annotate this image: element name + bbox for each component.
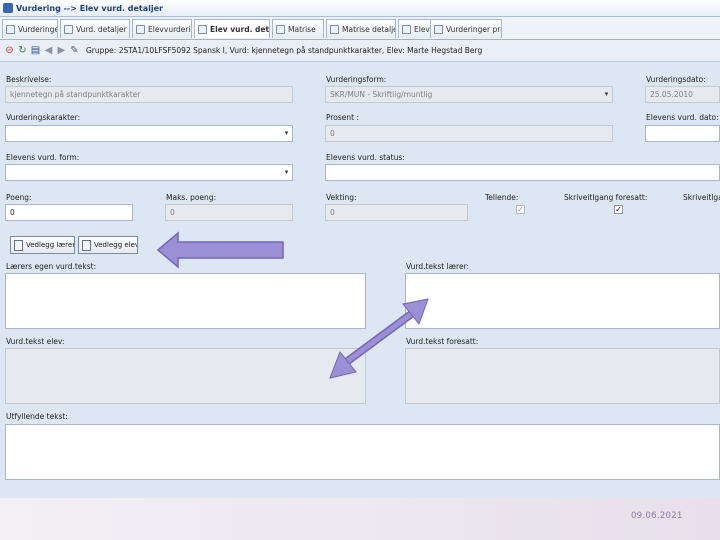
- edit-icon[interactable]: ✎: [69, 45, 80, 56]
- vedlegg-elev-button[interactable]: Vedlegg elev: 0: [78, 236, 138, 254]
- tellende-checkbox[interactable]: ✓: [516, 205, 525, 214]
- app-icon: [3, 3, 13, 13]
- attachment-icon: [14, 239, 23, 251]
- tab-bar: Vurderinger Vurd. detaljer Elevvurdering…: [0, 17, 720, 40]
- tab-icon: [402, 24, 411, 34]
- vekting-label: Vekting:: [326, 193, 357, 202]
- prosent-field: 0: [325, 125, 613, 142]
- tab-elev-vurd-detaljer[interactable]: Elev vurd. detaljer: [194, 19, 270, 38]
- tab-icon: [276, 24, 285, 34]
- chevron-down-icon: ▾: [604, 90, 609, 98]
- footer-date: 09.06.2021: [631, 511, 683, 521]
- refresh-icon[interactable]: ↻: [17, 45, 28, 56]
- maks-poeng-field: 0: [165, 204, 293, 221]
- vekting-field: 0: [325, 204, 468, 221]
- tab-icon: [136, 24, 145, 34]
- maks-poeng-label: Maks. poeng:: [166, 193, 217, 202]
- vurderingsdato-field: 25.05.2010: [645, 86, 720, 103]
- forward-icon[interactable]: ▶: [56, 45, 67, 56]
- tab-icon: [198, 24, 207, 34]
- vurd-tekst-elev-label: Vurd.tekst elev:: [6, 337, 65, 346]
- elevens-vurd-dato-label: Elevens vurd. dato:: [646, 113, 719, 122]
- vurd-tekst-laerer-textarea[interactable]: [405, 273, 720, 329]
- vedlegg-laerer-button[interactable]: Vedlegg lærer: 2: [10, 236, 75, 254]
- poeng-label: Poeng:: [6, 193, 32, 202]
- tab-icon: [330, 24, 339, 34]
- beskrivelse-field: kjennetegn på standpunktkarakter: [5, 86, 293, 103]
- poeng-input[interactable]: 0: [5, 204, 133, 221]
- tab-matrise[interactable]: Matrise: [272, 19, 324, 38]
- tab-elevvurderinger[interactable]: Elevvurderinger: [132, 19, 192, 38]
- vurderingsform-select: SKR/MUN - Skriftlig/muntlig ▾: [325, 86, 613, 103]
- vurderingsdato-label: Vurderingsdato:: [646, 75, 706, 84]
- vurd-tekst-foresatt-label: Vurd.tekst foresatt:: [406, 337, 479, 346]
- utfyllende-tekst-label: Utfyllende tekst:: [6, 412, 68, 421]
- window-title: Vurdering --> Elev vurd. detaljer: [16, 3, 163, 13]
- elevens-vurd-status-select[interactable]: [325, 164, 720, 181]
- slide-footer: [0, 498, 720, 540]
- vurderingskarakter-label: Vurderingskarakter:: [6, 113, 81, 122]
- skriveitlgang-label-cut: Skriveitlgan: [683, 193, 720, 202]
- elevens-vurd-dato-field[interactable]: [645, 125, 720, 142]
- window-titlebar: Vurdering --> Elev vurd. detaljer: [0, 0, 720, 17]
- back-icon[interactable]: ◀: [43, 45, 54, 56]
- save-icon[interactable]: ▤: [30, 45, 41, 56]
- tab-icon: [64, 24, 73, 34]
- vurd-tekst-laerer-label: Vurd.tekst lærer:: [406, 262, 470, 271]
- vurderingsform-label: Vurderingsform:: [326, 75, 387, 84]
- skriveitlgang-foresatt-label: Skriveitlgang foresatt:: [564, 193, 648, 202]
- tab-vurderinger-prover[interactable]: Vurderinger prøver: [430, 19, 502, 38]
- skriveitlgang-foresatt-checkbox[interactable]: ✓: [614, 205, 623, 214]
- tab-icon: [434, 24, 443, 34]
- delete-icon[interactable]: ⊖: [4, 45, 15, 56]
- tab-vurd-detaljer[interactable]: Vurd. detaljer: [60, 19, 130, 38]
- tab-vurderinger[interactable]: Vurderinger: [2, 19, 58, 38]
- tab-matrise-detaljer[interactable]: Matrise detaljer: [326, 19, 396, 38]
- toolbar: ⊖ ↻ ▤ ◀ ▶ ✎ 📎 Gruppe: 2STA1/10LFSF5092 S…: [0, 40, 720, 62]
- vurderingskarakter-select[interactable]: ▾: [5, 125, 293, 142]
- breadcrumb: Gruppe: 2STA1/10LFSF5092 Spansk I, Vurd:…: [86, 46, 483, 55]
- chevron-down-icon[interactable]: ▾: [282, 166, 291, 179]
- chevron-down-icon[interactable]: ▾: [282, 127, 291, 140]
- elevens-vurd-status-label: Elevens vurd. status:: [326, 153, 405, 162]
- vurd-tekst-foresatt-textarea: [405, 348, 720, 404]
- tab-icon: [6, 24, 15, 34]
- laerers-egen-vurd-tekst-label: Lærers egen vurd.tekst:: [6, 262, 97, 271]
- elevens-vurd-form-label: Elevens vurd. form:: [6, 153, 80, 162]
- utfyllende-tekst-textarea[interactable]: [5, 424, 720, 480]
- attachment-icon: [82, 239, 91, 251]
- laerers-egen-vurd-tekst-textarea[interactable]: [5, 273, 366, 329]
- elevens-vurd-form-select[interactable]: ▾: [5, 164, 293, 181]
- application-window: Vurdering --> Elev vurd. detaljer Vurder…: [0, 0, 720, 498]
- tellende-label: Tellende:: [485, 193, 519, 202]
- prosent-label: Prosent :: [326, 113, 360, 122]
- vurd-tekst-elev-textarea: [5, 348, 366, 404]
- beskrivelse-label: Beskrivelse:: [6, 75, 52, 84]
